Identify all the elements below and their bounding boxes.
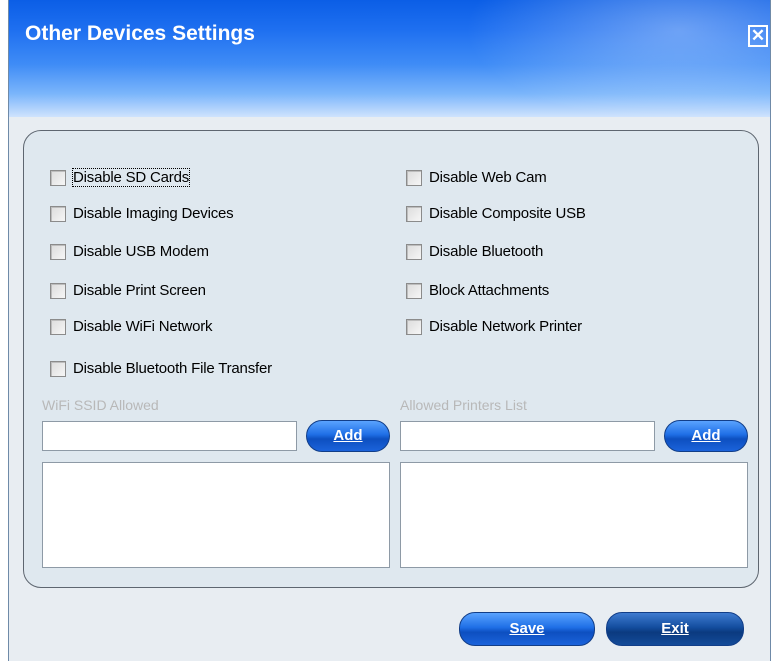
close-button[interactable]: ✕ — [748, 25, 768, 47]
checkbox-disable-imaging-devices[interactable]: Disable Imaging Devices — [50, 205, 234, 222]
checkbox-label: Disable Composite USB — [429, 205, 586, 222]
printer-input[interactable] — [400, 421, 655, 451]
checkbox-icon[interactable] — [406, 169, 422, 186]
checkbox-disable-composite-usb[interactable]: Disable Composite USB — [406, 205, 586, 222]
checkbox-icon[interactable] — [50, 205, 66, 222]
checkbox-disable-sd-cards[interactable]: Disable SD Cards — [50, 168, 191, 187]
save-button[interactable]: Save — [459, 612, 595, 646]
checkbox-block-attachments[interactable]: Block Attachments — [406, 282, 549, 299]
checkbox-icon[interactable] — [50, 282, 66, 299]
allowed-printers-label: Allowed Printers List — [400, 397, 527, 413]
checkbox-icon[interactable] — [50, 360, 66, 377]
checkbox-disable-bluetooth-file-transfer[interactable]: Disable Bluetooth File Transfer — [50, 360, 272, 377]
wifi-ssid-label: WiFi SSID Allowed — [42, 397, 159, 413]
checkbox-label: Disable Network Printer — [429, 318, 582, 335]
checkbox-label: Disable Bluetooth — [429, 243, 544, 260]
checkbox-icon[interactable] — [406, 282, 422, 299]
wifi-ssid-input[interactable] — [42, 421, 297, 451]
checkbox-disable-web-cam[interactable]: Disable Web Cam — [406, 169, 547, 186]
checkbox-label: Disable WiFi Network — [73, 318, 213, 335]
allowed-printers-list[interactable] — [400, 462, 748, 568]
checkbox-icon[interactable] — [50, 169, 66, 186]
checkbox-label: Block Attachments — [429, 282, 549, 299]
checkbox-label: Disable SD Cards — [71, 168, 191, 187]
dialog-title: Other Devices Settings — [25, 22, 255, 45]
checkbox-disable-network-printer[interactable]: Disable Network Printer — [406, 318, 582, 335]
checkbox-disable-usb-modem[interactable]: Disable USB Modem — [50, 243, 209, 260]
settings-dialog: Other Devices Settings ✕ Disable SD Card… — [8, 0, 771, 661]
options-panel: Disable SD Cards Disable Imaging Devices… — [23, 130, 759, 588]
checkbox-icon[interactable] — [50, 318, 66, 335]
checkbox-icon[interactable] — [50, 243, 66, 260]
checkbox-label: Disable USB Modem — [73, 243, 209, 260]
checkbox-label: Disable Print Screen — [73, 282, 206, 299]
checkbox-icon[interactable] — [406, 243, 422, 260]
checkbox-icon[interactable] — [406, 318, 422, 335]
wifi-ssid-list[interactable] — [42, 462, 390, 568]
checkbox-label: Disable Imaging Devices — [73, 205, 234, 222]
exit-button[interactable]: Exit — [606, 612, 744, 646]
checkbox-disable-bluetooth[interactable]: Disable Bluetooth — [406, 243, 543, 260]
checkbox-disable-wifi-network[interactable]: Disable WiFi Network — [50, 318, 213, 335]
wifi-add-button[interactable]: Add — [306, 420, 390, 452]
checkbox-label: Disable Bluetooth File Transfer — [73, 360, 272, 377]
checkbox-label: Disable Web Cam — [429, 169, 547, 186]
close-icon: ✕ — [750, 26, 766, 45]
checkbox-icon[interactable] — [406, 205, 422, 222]
printer-add-button[interactable]: Add — [664, 420, 748, 452]
checkbox-disable-print-screen[interactable]: Disable Print Screen — [50, 282, 206, 299]
title-bar: Other Devices Settings ✕ — [9, 0, 770, 117]
